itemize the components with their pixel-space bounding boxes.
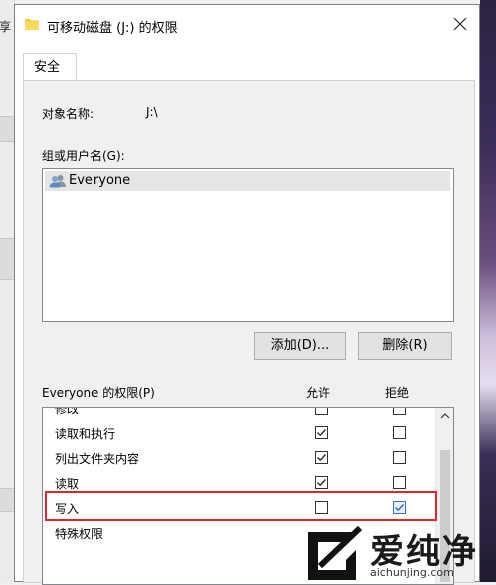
background-strip bbox=[0, 488, 14, 512]
window-title: 可移动磁盘 (J:) 的权限 bbox=[47, 21, 178, 36]
permission-name: 特殊权限 bbox=[55, 527, 104, 541]
deny-column-header: 拒绝 bbox=[385, 386, 410, 400]
deny-checkbox[interactable] bbox=[393, 451, 406, 464]
groups-label: 组或用户名(G): bbox=[42, 149, 125, 163]
permission-name: 读取和执行 bbox=[55, 427, 116, 441]
permission-name: 列出文件夹内容 bbox=[55, 452, 140, 466]
deny-checkbox[interactable] bbox=[393, 408, 406, 415]
object-name-value: J:\ bbox=[146, 105, 158, 119]
allow-checkbox[interactable] bbox=[315, 451, 328, 464]
add-button[interactable]: 添加(D)... bbox=[254, 332, 346, 360]
background-fragment-text: 享 bbox=[0, 20, 12, 34]
deny-checkbox[interactable] bbox=[393, 476, 406, 489]
scroll-up-arrow-icon[interactable] bbox=[438, 412, 452, 424]
remove-button[interactable]: 删除(R) bbox=[358, 332, 452, 360]
background-strip bbox=[0, 238, 14, 280]
allow-checkbox[interactable] bbox=[315, 476, 328, 489]
permission-row: 修改 bbox=[43, 407, 435, 420]
permissions-label: Everyone 的权限(P) bbox=[42, 386, 155, 400]
checkmark-icon bbox=[317, 479, 326, 487]
background-window-fragment: 享 bbox=[0, 0, 15, 582]
watermark: 爱纯净 aichunjing.com bbox=[300, 526, 496, 582]
permission-name: 读取 bbox=[55, 477, 80, 491]
checkmark-icon bbox=[317, 454, 326, 462]
permission-row: 读取和执行 bbox=[43, 421, 435, 445]
background-strip bbox=[0, 116, 14, 142]
list-item-everyone[interactable]: Everyone bbox=[45, 171, 450, 191]
allow-checkbox[interactable] bbox=[315, 426, 328, 439]
highlight-frame bbox=[45, 491, 437, 521]
object-name-label: 对象名称: bbox=[42, 107, 95, 121]
allow-checkbox[interactable] bbox=[315, 408, 328, 415]
close-button[interactable] bbox=[441, 5, 479, 41]
background-wallpaper bbox=[480, 0, 496, 582]
title-bar: 可移动磁盘 (J:) 的权限 bbox=[15, 5, 479, 43]
deny-checkbox[interactable] bbox=[393, 426, 406, 439]
checkmark-icon bbox=[317, 429, 326, 437]
allow-column-header: 允许 bbox=[306, 386, 331, 400]
list-item-label: Everyone bbox=[69, 173, 131, 188]
groups-listbox[interactable]: Everyone bbox=[42, 168, 454, 322]
permissions-dialog: 可移动磁盘 (J:) 的权限 安全 对象名称: J:\ 组或用户名(G): Ev… bbox=[14, 4, 480, 585]
watermark-url: aichunjing.com bbox=[370, 566, 454, 579]
watermark-logo-icon bbox=[308, 526, 363, 580]
folder-icon bbox=[25, 17, 39, 31]
close-icon bbox=[453, 17, 467, 30]
users-icon bbox=[49, 174, 67, 188]
permission-row: 列出文件夹内容 bbox=[43, 446, 435, 470]
tab-security[interactable]: 安全 bbox=[23, 53, 77, 81]
permission-name: 修改 bbox=[55, 407, 80, 416]
